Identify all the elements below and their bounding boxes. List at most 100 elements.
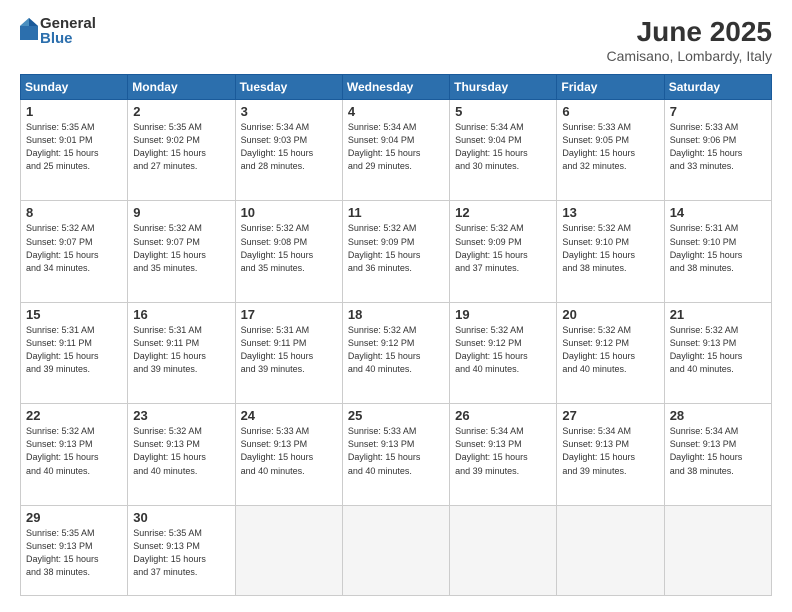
day-info: Sunrise: 5:32 AM Sunset: 9:13 PM Dayligh…: [26, 425, 122, 477]
day-number: 29: [26, 510, 122, 525]
col-monday: Monday: [128, 75, 235, 100]
day-number: 11: [348, 205, 444, 220]
table-row: [450, 505, 557, 595]
month-year-title: June 2025: [607, 16, 772, 48]
table-row: 20 Sunrise: 5:32 AM Sunset: 9:12 PM Dayli…: [557, 302, 664, 403]
day-info: Sunrise: 5:31 AM Sunset: 9:10 PM Dayligh…: [670, 222, 766, 274]
day-number: 4: [348, 104, 444, 119]
table-row: 19 Sunrise: 5:32 AM Sunset: 9:12 PM Dayli…: [450, 302, 557, 403]
day-info: Sunrise: 5:32 AM Sunset: 9:09 PM Dayligh…: [455, 222, 551, 274]
day-number: 19: [455, 307, 551, 322]
col-tuesday: Tuesday: [235, 75, 342, 100]
day-number: 8: [26, 205, 122, 220]
day-info: Sunrise: 5:32 AM Sunset: 9:12 PM Dayligh…: [562, 324, 658, 376]
table-row: 15 Sunrise: 5:31 AM Sunset: 9:11 PM Dayli…: [21, 302, 128, 403]
day-info: Sunrise: 5:32 AM Sunset: 9:07 PM Dayligh…: [26, 222, 122, 274]
page: General Blue June 2025 Camisano, Lombard…: [0, 0, 792, 612]
day-info: Sunrise: 5:31 AM Sunset: 9:11 PM Dayligh…: [26, 324, 122, 376]
table-row: [342, 505, 449, 595]
day-number: 25: [348, 408, 444, 423]
location-subtitle: Camisano, Lombardy, Italy: [607, 48, 772, 64]
table-row: 12 Sunrise: 5:32 AM Sunset: 9:09 PM Dayli…: [450, 201, 557, 302]
table-row: [557, 505, 664, 595]
table-row: 14 Sunrise: 5:31 AM Sunset: 9:10 PM Dayli…: [664, 201, 771, 302]
day-info: Sunrise: 5:34 AM Sunset: 9:03 PM Dayligh…: [241, 121, 337, 173]
table-row: 16 Sunrise: 5:31 AM Sunset: 9:11 PM Dayli…: [128, 302, 235, 403]
day-info: Sunrise: 5:32 AM Sunset: 9:08 PM Dayligh…: [241, 222, 337, 274]
col-friday: Friday: [557, 75, 664, 100]
day-info: Sunrise: 5:32 AM Sunset: 9:10 PM Dayligh…: [562, 222, 658, 274]
day-info: Sunrise: 5:33 AM Sunset: 9:06 PM Dayligh…: [670, 121, 766, 173]
day-number: 28: [670, 408, 766, 423]
logo-text: General Blue: [40, 16, 96, 46]
calendar-week-row: 8 Sunrise: 5:32 AM Sunset: 9:07 PM Daylig…: [21, 201, 772, 302]
table-row: 17 Sunrise: 5:31 AM Sunset: 9:11 PM Dayli…: [235, 302, 342, 403]
day-info: Sunrise: 5:31 AM Sunset: 9:11 PM Dayligh…: [133, 324, 229, 376]
day-info: Sunrise: 5:32 AM Sunset: 9:07 PM Dayligh…: [133, 222, 229, 274]
day-number: 16: [133, 307, 229, 322]
day-info: Sunrise: 5:32 AM Sunset: 9:12 PM Dayligh…: [348, 324, 444, 376]
logo-icon: [20, 18, 38, 40]
day-info: Sunrise: 5:35 AM Sunset: 9:01 PM Dayligh…: [26, 121, 122, 173]
col-sunday: Sunday: [21, 75, 128, 100]
day-info: Sunrise: 5:35 AM Sunset: 9:13 PM Dayligh…: [133, 527, 229, 579]
day-number: 26: [455, 408, 551, 423]
day-number: 1: [26, 104, 122, 119]
day-number: 22: [26, 408, 122, 423]
day-info: Sunrise: 5:34 AM Sunset: 9:13 PM Dayligh…: [562, 425, 658, 477]
day-info: Sunrise: 5:32 AM Sunset: 9:09 PM Dayligh…: [348, 222, 444, 274]
day-number: 17: [241, 307, 337, 322]
table-row: [235, 505, 342, 595]
day-info: Sunrise: 5:33 AM Sunset: 9:05 PM Dayligh…: [562, 121, 658, 173]
day-number: 24: [241, 408, 337, 423]
table-row: 10 Sunrise: 5:32 AM Sunset: 9:08 PM Dayli…: [235, 201, 342, 302]
day-number: 6: [562, 104, 658, 119]
table-row: 21Sunrise: 5:32 AM Sunset: 9:13 PM Dayli…: [664, 302, 771, 403]
day-info: Sunrise: 5:34 AM Sunset: 9:04 PM Dayligh…: [455, 121, 551, 173]
day-info: Sunrise: 5:35 AM Sunset: 9:13 PM Dayligh…: [26, 527, 122, 579]
table-row: 24 Sunrise: 5:33 AM Sunset: 9:13 PM Dayli…: [235, 404, 342, 505]
col-saturday: Saturday: [664, 75, 771, 100]
col-thursday: Thursday: [450, 75, 557, 100]
col-wednesday: Wednesday: [342, 75, 449, 100]
calendar-week-row: 1 Sunrise: 5:35 AM Sunset: 9:01 PM Daylig…: [21, 100, 772, 201]
table-row: 23Sunrise: 5:32 AM Sunset: 9:13 PM Dayli…: [128, 404, 235, 505]
table-row: 11 Sunrise: 5:32 AM Sunset: 9:09 PM Dayli…: [342, 201, 449, 302]
day-info: Sunrise: 5:35 AM Sunset: 9:02 PM Dayligh…: [133, 121, 229, 173]
day-number: 5: [455, 104, 551, 119]
day-number: 10: [241, 205, 337, 220]
day-info: Sunrise: 5:31 AM Sunset: 9:11 PM Dayligh…: [241, 324, 337, 376]
day-number: 9: [133, 205, 229, 220]
day-number: 3: [241, 104, 337, 119]
table-row: 26Sunrise: 5:34 AM Sunset: 9:13 PM Dayli…: [450, 404, 557, 505]
table-row: 2 Sunrise: 5:35 AM Sunset: 9:02 PM Daylig…: [128, 100, 235, 201]
day-number: 2: [133, 104, 229, 119]
day-info: Sunrise: 5:33 AM Sunset: 9:13 PM Dayligh…: [348, 425, 444, 477]
table-row: 27Sunrise: 5:34 AM Sunset: 9:13 PM Dayli…: [557, 404, 664, 505]
table-row: 9 Sunrise: 5:32 AM Sunset: 9:07 PM Daylig…: [128, 201, 235, 302]
day-number: 12: [455, 205, 551, 220]
day-info: Sunrise: 5:32 AM Sunset: 9:12 PM Dayligh…: [455, 324, 551, 376]
table-row: 8 Sunrise: 5:32 AM Sunset: 9:07 PM Daylig…: [21, 201, 128, 302]
table-row: 4Sunrise: 5:34 AM Sunset: 9:04 PM Daylig…: [342, 100, 449, 201]
day-number: 14: [670, 205, 766, 220]
table-row: 18Sunrise: 5:32 AM Sunset: 9:12 PM Dayli…: [342, 302, 449, 403]
calendar-table: Sunday Monday Tuesday Wednesday Thursday…: [20, 74, 772, 596]
day-number: 7: [670, 104, 766, 119]
day-number: 20: [562, 307, 658, 322]
day-number: 21: [670, 307, 766, 322]
day-number: 15: [26, 307, 122, 322]
table-row: 30 Sunrise: 5:35 AM Sunset: 9:13 PM Dayli…: [128, 505, 235, 595]
day-info: Sunrise: 5:34 AM Sunset: 9:13 PM Dayligh…: [670, 425, 766, 477]
table-row: 25 Sunrise: 5:33 AM Sunset: 9:13 PM Dayli…: [342, 404, 449, 505]
table-row: 29 Sunrise: 5:35 AM Sunset: 9:13 PM Dayli…: [21, 505, 128, 595]
day-number: 13: [562, 205, 658, 220]
header: General Blue June 2025 Camisano, Lombard…: [20, 16, 772, 64]
title-section: June 2025 Camisano, Lombardy, Italy: [607, 16, 772, 64]
calendar-week-row: 22 Sunrise: 5:32 AM Sunset: 9:13 PM Dayli…: [21, 404, 772, 505]
day-number: 30: [133, 510, 229, 525]
table-row: 1 Sunrise: 5:35 AM Sunset: 9:01 PM Daylig…: [21, 100, 128, 201]
day-info: Sunrise: 5:33 AM Sunset: 9:13 PM Dayligh…: [241, 425, 337, 477]
logo: General Blue: [20, 16, 96, 46]
calendar-header-row: Sunday Monday Tuesday Wednesday Thursday…: [21, 75, 772, 100]
